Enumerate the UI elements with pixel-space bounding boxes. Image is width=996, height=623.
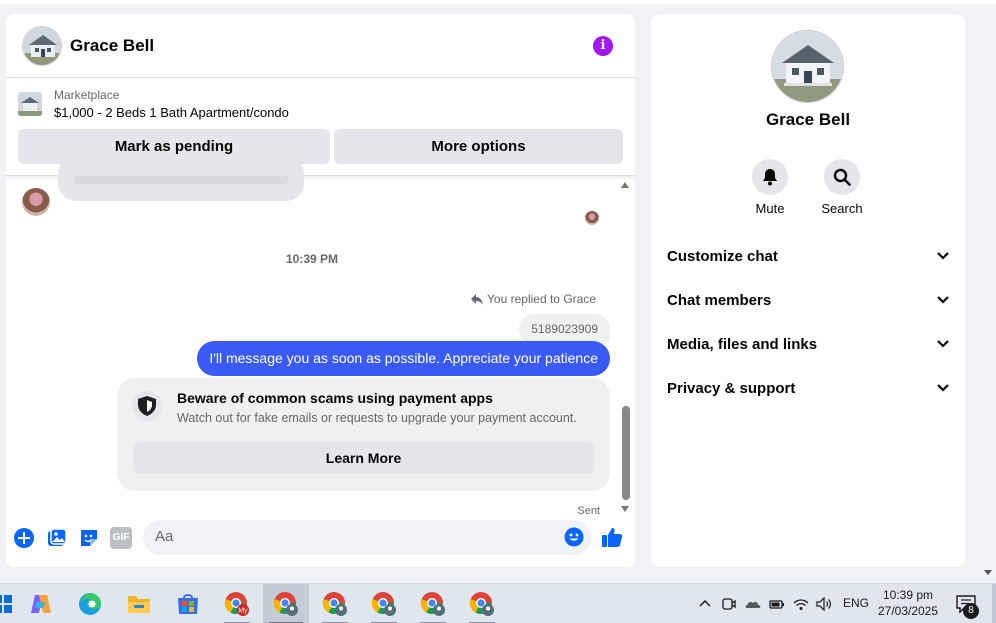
listing-source: Marketplace — [54, 88, 120, 102]
scroll-up-arrow-icon[interactable] — [621, 182, 629, 188]
volume-icon[interactable] — [815, 595, 833, 613]
customize-chat-section[interactable]: Customize chat — [667, 241, 949, 271]
clock-date: 27/03/2025 — [877, 604, 939, 618]
chevron-down-icon — [937, 340, 949, 348]
section-label: Customize chat — [667, 247, 778, 265]
scam-warning-title: Beware of common scams using payment app… — [177, 390, 493, 406]
onedrive-icon[interactable] — [744, 595, 762, 613]
file-explorer-icon — [128, 596, 150, 613]
listing-thumbnail[interactable] — [18, 92, 42, 116]
listing-title[interactable]: $1,000 - 2 Beds 1 Bath Apartment/condo — [54, 105, 289, 120]
info-icon[interactable]: i — [593, 36, 613, 56]
notification-badge: 8 — [963, 603, 979, 619]
message-status: Sent — [577, 505, 600, 517]
mute-label: Mute — [755, 201, 785, 216]
chrome-profile-icon — [420, 592, 445, 616]
quoted-message[interactable]: 5189023909 — [519, 314, 610, 344]
clock-time: 10:39 pm — [882, 588, 934, 602]
chrome-profile-icon — [273, 592, 298, 616]
thumbs-up-icon[interactable] — [601, 526, 623, 548]
shield-icon — [132, 391, 162, 421]
search-icon — [833, 168, 851, 186]
photo-icon[interactable] — [46, 527, 68, 549]
profile-avatar[interactable] — [771, 30, 844, 103]
received-message-attachment — [74, 176, 288, 184]
chevron-down-icon — [937, 384, 949, 392]
message-timestamp: 10:39 PM — [285, 252, 339, 266]
chat-panel: Grace Bell i Marketplace $1,000 - 2 Beds… — [6, 14, 635, 567]
taskbar-chrome-1[interactable]: My — [214, 584, 260, 623]
section-label: Chat members — [667, 291, 772, 309]
contact-avatar[interactable] — [22, 25, 62, 66]
more-options-button[interactable]: More options — [334, 129, 623, 164]
section-label: Privacy & support — [667, 379, 796, 397]
taskbar-store[interactable] — [165, 584, 211, 623]
gif-icon[interactable]: GIF — [110, 527, 132, 549]
input-language[interactable]: ENG — [843, 596, 869, 610]
message-input[interactable] — [155, 528, 535, 545]
contact-name[interactable]: Grace Bell — [70, 36, 154, 56]
sticker-icon[interactable] — [78, 527, 100, 549]
store-icon — [178, 594, 198, 614]
reply-note-text: You replied to Grace — [487, 292, 596, 306]
profile-name: Grace Bell — [765, 110, 851, 129]
message-scrollbar[interactable] — [618, 182, 632, 518]
windows-logo-icon — [0, 595, 12, 613]
page-scroll-down-arrow-icon[interactable] — [984, 570, 992, 575]
taskbar-chrome-6[interactable] — [459, 584, 505, 623]
sender-avatar[interactable] — [22, 188, 50, 216]
chevron-down-icon — [937, 252, 949, 260]
svg-text:My: My — [238, 608, 248, 615]
seen-indicator-avatar — [585, 211, 599, 225]
scam-warning-card: Beware of common scams using payment app… — [117, 378, 610, 491]
taskbar-edge[interactable] — [67, 584, 113, 623]
chrome-profile-icon — [371, 592, 396, 616]
scrollbar-thumb[interactable] — [622, 406, 630, 500]
system-clock[interactable]: 10:39 pm 27/03/2025 — [870, 587, 946, 619]
plus-icon[interactable] — [13, 527, 35, 549]
edge-icon — [79, 593, 101, 615]
chrome-profile-icon — [469, 592, 494, 616]
conversation-info-panel: Grace Bell Mute Search Customize chat Ch… — [651, 14, 965, 567]
emoji-icon[interactable] — [564, 527, 584, 547]
scroll-down-arrow-icon[interactable] — [621, 506, 629, 512]
copilot-icon — [31, 595, 51, 613]
page-top-strip — [0, 0, 996, 4]
media-files-links-section[interactable]: Media, files and links — [667, 329, 949, 359]
taskbar-chrome-4[interactable] — [361, 584, 407, 623]
mute-button[interactable]: Mute — [730, 159, 810, 216]
chrome-profile-icon: My — [224, 592, 249, 616]
search-button[interactable]: Search — [802, 159, 882, 216]
battery-icon[interactable] — [768, 595, 786, 613]
wifi-icon[interactable] — [792, 595, 810, 613]
reply-note: You replied to Grace — [471, 292, 596, 306]
windows-taskbar: My ENG 10:39 pm 27/03/2025 8 — [0, 583, 996, 623]
meet-now-icon[interactable] — [720, 595, 738, 613]
message-list: 10:39 PM You replied to Grace 5189023909… — [6, 156, 635, 517]
bell-icon — [763, 169, 777, 186]
taskbar-chrome-3[interactable] — [312, 584, 358, 623]
learn-more-button[interactable]: Learn More — [133, 442, 594, 474]
section-label: Media, files and links — [667, 335, 818, 353]
chat-header: Grace Bell i — [6, 14, 635, 78]
taskbar-chrome-5[interactable] — [410, 584, 456, 623]
chevron-down-icon — [937, 296, 949, 304]
chat-members-section[interactable]: Chat members — [667, 285, 949, 315]
message-composer: GIF — [6, 519, 635, 559]
reply-icon — [471, 293, 484, 305]
sent-message-bubble[interactable]: I'll message you as soon as possible. Ap… — [197, 341, 610, 376]
chrome-profile-icon — [322, 592, 347, 616]
scam-warning-subtitle: Watch out for fake emails or requests to… — [177, 411, 577, 425]
taskbar-copilot[interactable] — [18, 584, 64, 623]
taskbar-file-explorer[interactable] — [116, 584, 162, 623]
show-desktop-button[interactable] — [992, 584, 996, 623]
taskbar-chrome-2[interactable] — [263, 584, 309, 623]
privacy-support-section[interactable]: Privacy & support — [667, 373, 949, 403]
message-input-wrapper — [143, 520, 591, 555]
chevron-up-icon[interactable] — [696, 595, 714, 613]
search-label: Search — [821, 201, 863, 216]
